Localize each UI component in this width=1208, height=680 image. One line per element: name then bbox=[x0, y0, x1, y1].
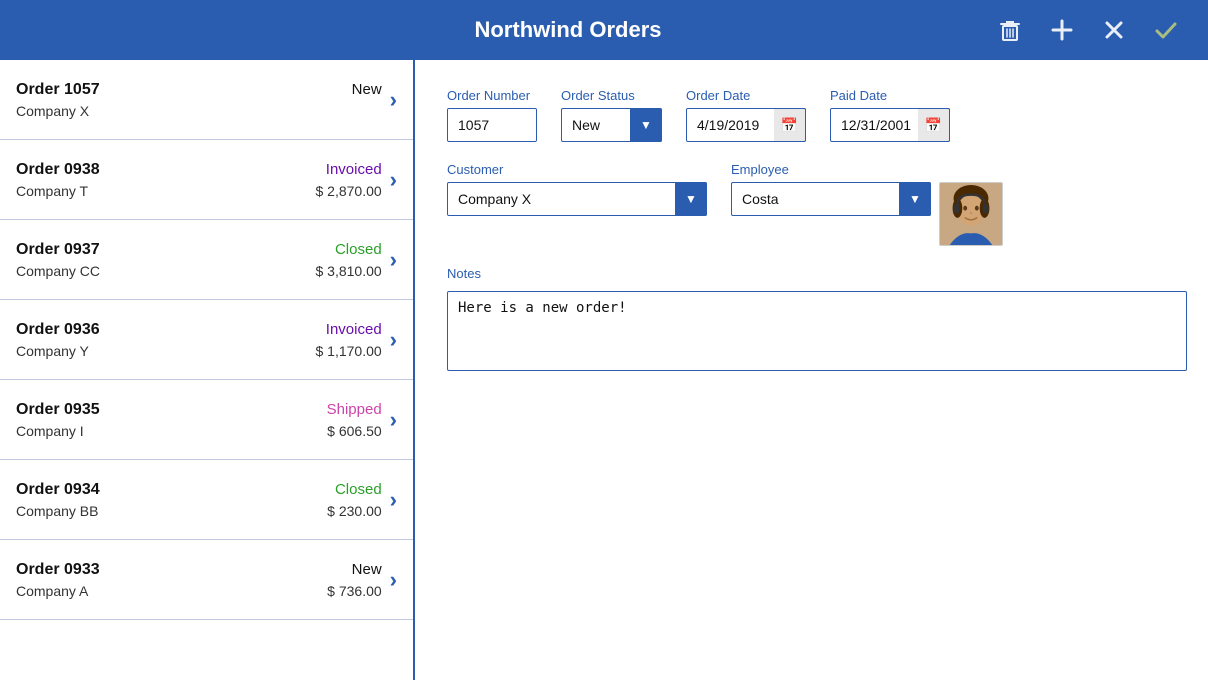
app-header: Northwind Orders bbox=[0, 0, 1208, 60]
order-date-wrapper: 📅 bbox=[686, 108, 806, 142]
app-title: Northwind Orders bbox=[144, 17, 992, 43]
order-status-select[interactable]: New Invoiced Closed Shipped bbox=[561, 108, 662, 142]
order-company: Company BB bbox=[16, 503, 98, 519]
employee-select-wrapper: Costa Smith Johnson bbox=[731, 182, 931, 216]
order-amount: $ 2,870.00 bbox=[316, 183, 382, 199]
list-item[interactable]: Order 0936 Invoiced Company Y $ 1,170.00… bbox=[0, 300, 413, 380]
order-company: Company CC bbox=[16, 263, 100, 279]
order-item-content: Order 0933 New Company A $ 736.00 bbox=[16, 561, 382, 599]
order-company: Company A bbox=[16, 583, 88, 599]
employee-select[interactable]: Costa Smith Johnson bbox=[731, 182, 931, 216]
order-status: New bbox=[352, 81, 382, 98]
order-date-label: Order Date bbox=[686, 88, 806, 103]
detail-panel: Order Number Order Status New Invoiced C… bbox=[415, 60, 1208, 680]
order-status: Closed bbox=[335, 481, 382, 498]
employee-photo bbox=[939, 182, 1003, 246]
order-status: New bbox=[352, 561, 382, 578]
employee-label: Employee bbox=[731, 162, 1003, 177]
order-item-content: Order 0934 Closed Company BB $ 230.00 bbox=[16, 481, 382, 519]
chevron-right-icon: › bbox=[390, 167, 397, 193]
list-item[interactable]: Order 0935 Shipped Company I $ 606.50 › bbox=[0, 380, 413, 460]
order-item-content: Order 0936 Invoiced Company Y $ 1,170.00 bbox=[16, 321, 382, 359]
order-amount: $ 1,170.00 bbox=[316, 343, 382, 359]
customer-label: Customer bbox=[447, 162, 707, 177]
order-number-label: Order Number bbox=[447, 88, 537, 103]
chevron-right-icon: › bbox=[390, 407, 397, 433]
order-amount: $ 3,810.00 bbox=[316, 263, 382, 279]
list-item[interactable]: Order 1057 New Company X › bbox=[0, 60, 413, 140]
order-status: Invoiced bbox=[326, 161, 382, 178]
order-status: Closed bbox=[335, 241, 382, 258]
order-amount: $ 606.50 bbox=[327, 423, 382, 439]
list-item[interactable]: Order 0933 New Company A $ 736.00 › bbox=[0, 540, 413, 620]
confirm-button[interactable] bbox=[1148, 12, 1184, 48]
chevron-right-icon: › bbox=[390, 487, 397, 513]
chevron-right-icon: › bbox=[390, 247, 397, 273]
paid-date-calendar-icon[interactable]: 📅 bbox=[918, 108, 950, 142]
form-row-1: Order Number Order Status New Invoiced C… bbox=[447, 88, 1176, 142]
order-name: Order 0933 bbox=[16, 561, 100, 579]
notes-group: Notes Here is a new order! bbox=[447, 266, 1176, 371]
order-item-content: Order 0935 Shipped Company I $ 606.50 bbox=[16, 401, 382, 439]
list-item[interactable]: Order 0938 Invoiced Company T $ 2,870.00… bbox=[0, 140, 413, 220]
notes-textarea[interactable]: Here is a new order! bbox=[447, 291, 1187, 371]
order-name: Order 1057 bbox=[16, 81, 100, 99]
order-name: Order 0935 bbox=[16, 401, 100, 419]
employee-group: Employee Costa Smith Johnson bbox=[731, 162, 1003, 246]
header-toolbar bbox=[992, 12, 1184, 48]
order-date-calendar-icon[interactable]: 📅 bbox=[774, 108, 806, 142]
order-item-content: Order 1057 New Company X bbox=[16, 81, 382, 119]
order-amount: $ 736.00 bbox=[327, 583, 382, 599]
order-name: Order 0936 bbox=[16, 321, 100, 339]
order-status-select-wrapper: New Invoiced Closed Shipped bbox=[561, 108, 662, 142]
order-item-content: Order 0937 Closed Company CC $ 3,810.00 bbox=[16, 241, 382, 279]
order-status: Shipped bbox=[327, 401, 382, 418]
chevron-right-icon: › bbox=[390, 327, 397, 353]
delete-button[interactable] bbox=[992, 12, 1028, 48]
list-item[interactable]: Order 0934 Closed Company BB $ 230.00 › bbox=[0, 460, 413, 540]
order-name: Order 0938 bbox=[16, 161, 100, 179]
order-status: Invoiced bbox=[326, 321, 382, 338]
customer-group: Customer Company X Company T Company CC … bbox=[447, 162, 707, 246]
order-item-content: Order 0938 Invoiced Company T $ 2,870.00 bbox=[16, 161, 382, 199]
order-company: Company I bbox=[16, 423, 84, 439]
customer-select-wrapper: Company X Company T Company CC Company Y… bbox=[447, 182, 707, 216]
customer-select[interactable]: Company X Company T Company CC Company Y… bbox=[447, 182, 707, 216]
order-status-group: Order Status New Invoiced Closed Shipped bbox=[561, 88, 662, 142]
order-company: Company X bbox=[16, 103, 89, 119]
paid-date-label: Paid Date bbox=[830, 88, 950, 103]
paid-date-group: Paid Date 📅 bbox=[830, 88, 950, 142]
order-number-group: Order Number bbox=[447, 88, 537, 142]
order-name: Order 0937 bbox=[16, 241, 100, 259]
order-status-label: Order Status bbox=[561, 88, 662, 103]
order-name: Order 0934 bbox=[16, 481, 100, 499]
chevron-right-icon: › bbox=[390, 567, 397, 593]
order-company: Company Y bbox=[16, 343, 89, 359]
order-number-input[interactable] bbox=[447, 108, 537, 142]
main-content: Order 1057 New Company X › Order 0938 In… bbox=[0, 60, 1208, 680]
order-company: Company T bbox=[16, 183, 88, 199]
notes-label: Notes bbox=[447, 266, 1176, 281]
paid-date-wrapper: 📅 bbox=[830, 108, 950, 142]
order-amount: $ 230.00 bbox=[327, 503, 382, 519]
order-list: Order 1057 New Company X › Order 0938 In… bbox=[0, 60, 415, 680]
order-date-group: Order Date 📅 bbox=[686, 88, 806, 142]
add-button[interactable] bbox=[1044, 12, 1080, 48]
list-item[interactable]: Order 0937 Closed Company CC $ 3,810.00 … bbox=[0, 220, 413, 300]
form-row-2: Customer Company X Company T Company CC … bbox=[447, 162, 1176, 246]
employee-row: Costa Smith Johnson bbox=[731, 182, 1003, 246]
chevron-right-icon: › bbox=[390, 87, 397, 113]
cancel-button[interactable] bbox=[1096, 12, 1132, 48]
